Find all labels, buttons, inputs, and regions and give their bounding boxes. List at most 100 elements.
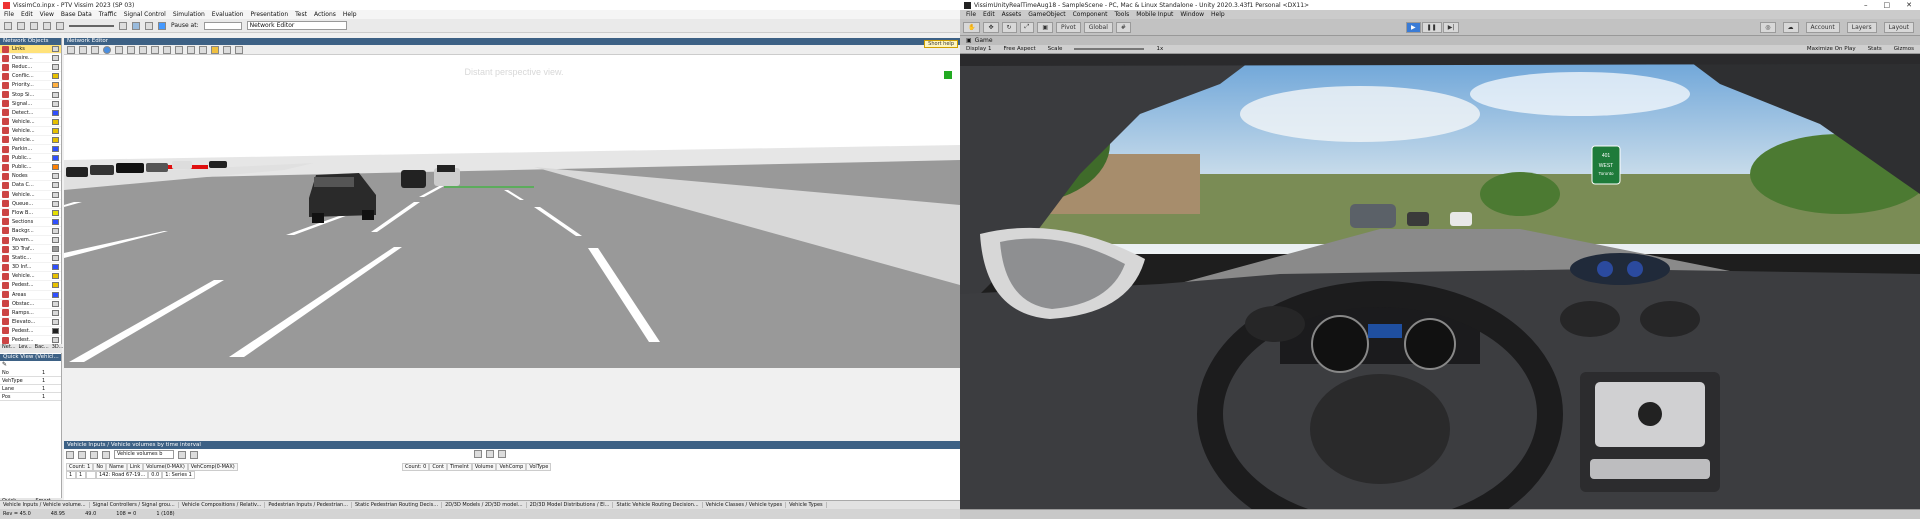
network-object-item[interactable]: Vehicle... xyxy=(0,272,61,282)
game-view-tab[interactable]: ▣ Game xyxy=(960,36,1920,45)
list-tab[interactable]: 2D/3D Model Distributions / El... xyxy=(527,502,614,508)
hand-icon[interactable] xyxy=(211,45,219,54)
network-object-color-swatch[interactable] xyxy=(52,182,59,189)
network-object-color-swatch[interactable] xyxy=(52,136,59,143)
quick-view-row[interactable]: Lane 1 xyxy=(0,385,61,393)
column-header[interactable]: Name xyxy=(106,463,127,471)
network-object-item[interactable]: Signal... xyxy=(0,100,61,109)
network-object-color-swatch[interactable] xyxy=(52,309,59,316)
network-object-color-swatch[interactable] xyxy=(52,164,59,171)
new-icon[interactable] xyxy=(4,21,12,30)
pause-at-input[interactable] xyxy=(203,21,242,30)
step-button[interactable]: ▶| xyxy=(1442,22,1460,33)
list-tab[interactable]: Signal Controllers / Signal grou... xyxy=(90,502,179,508)
network-object-color-swatch[interactable] xyxy=(52,64,59,71)
network-object-color-swatch[interactable] xyxy=(52,127,59,134)
redo-icon[interactable] xyxy=(56,21,64,30)
network-object-color-swatch[interactable] xyxy=(52,173,59,180)
network-object-item[interactable]: Parkin... xyxy=(0,145,61,155)
right-list-edit-icon[interactable] xyxy=(474,450,482,458)
menu-item[interactable]: Actions xyxy=(314,11,336,18)
network-object-color-swatch[interactable] xyxy=(52,118,59,125)
network-object-item[interactable]: Ramps... xyxy=(0,309,61,318)
menu-item[interactable]: Tools xyxy=(1114,11,1129,18)
list-select-icon[interactable] xyxy=(66,450,74,459)
list-tab[interactable]: 2D/3D Models / 2D/3D model... xyxy=(442,502,527,508)
network-object-color-swatch[interactable] xyxy=(52,91,59,98)
network-object-color-swatch[interactable] xyxy=(52,146,59,153)
network-object-item[interactable]: Vehicle... xyxy=(0,136,61,146)
list-tab[interactable]: Vehicle Inputs / Vehicle volume... xyxy=(0,502,90,508)
list-tab[interactable]: Pedestrian Inputs / Pedestrian... xyxy=(265,502,352,508)
aspect-select[interactable]: Free Aspect xyxy=(1004,46,1036,52)
network-object-color-swatch[interactable] xyxy=(52,337,59,344)
network-object-color-swatch[interactable] xyxy=(52,82,59,89)
menu-item[interactable]: Evaluation xyxy=(212,11,244,18)
list-tab[interactable]: Vehicle Types xyxy=(786,502,827,508)
network-object-item[interactable]: Pedest... xyxy=(0,327,61,336)
pivot-button[interactable]: Pivot xyxy=(1056,21,1081,33)
compass-icon[interactable] xyxy=(944,71,952,79)
network-object-color-swatch[interactable] xyxy=(52,291,59,298)
game-viewport[interactable]: 401 WEST Toronto xyxy=(960,54,1920,509)
play-button[interactable]: ▶ xyxy=(1406,22,1421,33)
network-object-item[interactable]: Nodes xyxy=(0,172,61,182)
menu-item[interactable]: Simulation xyxy=(173,11,205,18)
network-object-color-swatch[interactable] xyxy=(52,200,59,207)
copy-icon[interactable] xyxy=(139,45,147,54)
climate-panel[interactable] xyxy=(1590,459,1710,479)
open-icon[interactable] xyxy=(17,21,25,30)
menu-item[interactable]: File xyxy=(966,11,976,18)
menu-item[interactable]: File xyxy=(4,11,14,18)
network-object-item[interactable]: Queue... xyxy=(0,200,61,209)
global-button[interactable]: Global xyxy=(1083,21,1113,33)
menu-item[interactable]: Help xyxy=(343,11,357,18)
screenshot-icon[interactable] xyxy=(235,45,243,54)
network-object-color-swatch[interactable] xyxy=(52,227,59,234)
network-objects-tab[interactable]: Net... xyxy=(2,344,16,353)
network-object-item[interactable]: Links xyxy=(0,45,61,55)
network-object-item[interactable]: Public... xyxy=(0,154,61,164)
stop-icon[interactable] xyxy=(158,21,166,30)
quick-view-row[interactable]: Pos 1 xyxy=(0,393,61,401)
step-icon[interactable] xyxy=(145,21,153,30)
network-object-item[interactable]: Desire... xyxy=(0,54,61,64)
short-help-button[interactable]: Short help xyxy=(924,40,958,48)
menu-item[interactable]: Base Data xyxy=(61,11,92,18)
network-object-item[interactable]: Public... xyxy=(0,163,61,173)
select-icon[interactable] xyxy=(67,45,75,54)
column-header[interactable]: Link xyxy=(126,463,144,471)
network-objects-tab[interactable]: Bac... xyxy=(35,344,49,353)
list-tab[interactable]: Static Vehicle Routing Decision... xyxy=(613,502,703,508)
column-header[interactable]: Count: 0 xyxy=(402,463,430,471)
menu-item[interactable]: Signal Control xyxy=(124,11,166,18)
column-header[interactable]: VehComp xyxy=(496,463,527,471)
network-object-item[interactable]: Reduc... xyxy=(0,63,61,73)
network-object-color-swatch[interactable] xyxy=(52,191,59,198)
radio-knob[interactable] xyxy=(1638,402,1662,426)
move-tool-icon[interactable]: ✥ xyxy=(983,21,999,33)
column-header[interactable]: Volume(0-MAX) xyxy=(143,463,188,471)
list-tab[interactable]: Static Pedestrian Routing Decis... xyxy=(352,502,443,508)
menu-item[interactable]: Presentation xyxy=(250,11,288,18)
minimize-icon[interactable]: – xyxy=(1864,1,1868,9)
column-header[interactable]: VehComp(0-MAX) xyxy=(187,463,238,471)
list-delete-icon[interactable] xyxy=(90,450,98,459)
network-object-item[interactable]: Static... xyxy=(0,254,61,264)
zoom-out-icon[interactable] xyxy=(163,45,171,54)
network-object-item[interactable]: Data C... xyxy=(0,181,61,191)
menu-item[interactable]: GameObject xyxy=(1028,11,1065,18)
menu-item[interactable]: Edit xyxy=(983,11,995,18)
record-icon[interactable] xyxy=(119,21,127,30)
network-object-color-swatch[interactable] xyxy=(52,255,59,262)
network-object-color-swatch[interactable] xyxy=(52,46,59,53)
network-object-item[interactable]: Pavem... xyxy=(0,236,61,246)
maximize-icon[interactable]: □ xyxy=(1884,1,1891,9)
list-copy-icon[interactable] xyxy=(178,450,186,459)
network-object-item[interactable]: 3D Inf... xyxy=(0,263,61,273)
list-tab[interactable]: Vehicle Classes / Vehicle types xyxy=(703,502,787,508)
display-select[interactable]: Display 1 xyxy=(966,46,992,52)
right-list-sort-icon[interactable] xyxy=(486,450,494,458)
menu-item[interactable]: Test xyxy=(295,11,307,18)
network-object-item[interactable]: Vehicle... xyxy=(0,127,61,136)
